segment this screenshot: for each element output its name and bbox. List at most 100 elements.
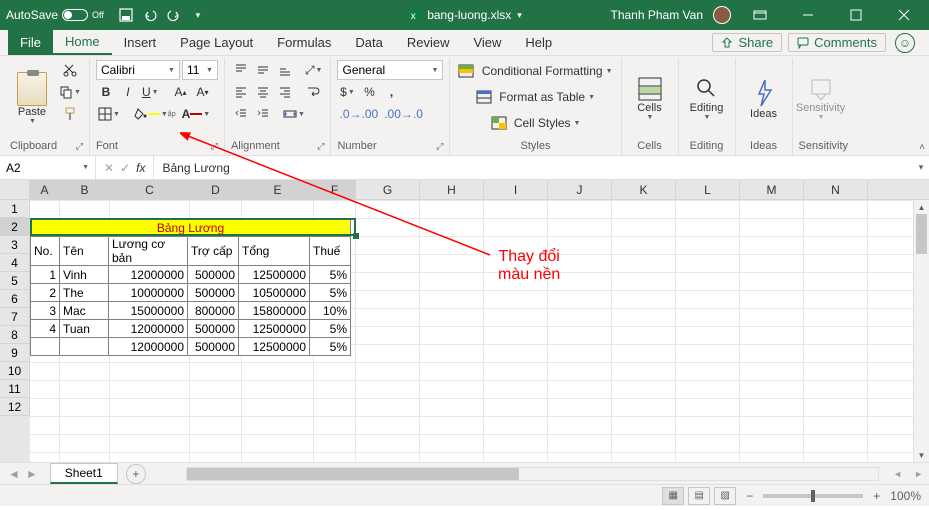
zoom-slider[interactable] [763,494,863,498]
shrink-font-button[interactable]: A▾ [193,82,213,102]
row-header[interactable]: 2 [0,218,30,236]
table-cell[interactable]: Mac [60,302,109,320]
new-sheet-button[interactable]: + [126,464,146,484]
table-cell[interactable] [31,338,60,356]
comments-button[interactable]: Comments [788,33,886,52]
table-cell[interactable]: 12000000 [109,320,188,338]
column-header[interactable]: E [242,180,314,199]
zoom-level[interactable]: 100% [890,489,921,503]
hscroll-right[interactable]: ► [908,469,929,479]
tab-data[interactable]: Data [343,30,394,55]
tab-insert[interactable]: Insert [112,30,169,55]
expand-formula-bar[interactable]: ▾ [913,156,929,179]
row-header[interactable]: 8 [0,326,30,344]
decrease-indent-button[interactable] [231,104,251,124]
row-header[interactable]: 7 [0,308,30,326]
table-cell[interactable]: 12500000 [239,338,310,356]
normal-view-button[interactable]: ▦ [662,487,684,505]
horizontal-scrollbar[interactable] [186,467,879,481]
row-header[interactable]: 3 [0,236,30,254]
row-header[interactable]: 4 [0,254,30,272]
tab-review[interactable]: Review [395,30,462,55]
table-cell[interactable]: 500000 [188,284,239,302]
number-launcher[interactable]: ⤢ [436,141,443,152]
sheet-nav-next[interactable]: ► [26,467,38,481]
row-header[interactable]: 5 [0,272,30,290]
column-header[interactable]: J [548,180,612,199]
user-avatar[interactable] [713,6,731,24]
table-cell[interactable]: 12000000 [109,266,188,284]
align-middle-button[interactable] [253,60,273,80]
wrap-text-button[interactable] [303,82,323,102]
tab-home[interactable]: Home [53,30,112,55]
align-left-button[interactable] [231,82,251,102]
page-layout-view-button[interactable]: ▤ [688,487,710,505]
increase-indent-button[interactable] [253,104,273,124]
conditional-formatting-button[interactable]: Conditional Formatting▼ [456,60,614,82]
table-header-cell[interactable]: No. [31,237,60,266]
table-cell[interactable]: 10500000 [239,284,310,302]
table-cell[interactable]: 12500000 [239,266,310,284]
column-header[interactable]: N [804,180,868,199]
collapse-ribbon-button[interactable]: ˄ [919,142,925,153]
close-button[interactable] [885,0,923,30]
align-bottom-button[interactable] [275,60,295,80]
table-cell[interactable]: 500000 [188,320,239,338]
formula-input[interactable]: Bảng Lương [154,156,913,179]
table-cell[interactable]: 10000000 [109,284,188,302]
name-box[interactable]: A2▼ [0,156,96,179]
row-header[interactable]: 6 [0,290,30,308]
filename-dropdown-icon[interactable]: ▾ [517,10,522,21]
hscroll-left[interactable]: ◄ [887,469,908,479]
sheet-nav-prev[interactable]: ◄ [8,467,20,481]
column-header[interactable]: C [110,180,190,199]
table-header-cell[interactable]: Tổng [239,237,310,266]
autosave-toggle[interactable]: AutoSave Off [6,8,104,22]
row-header[interactable]: 12 [0,398,30,416]
table-cell[interactable]: 12000000 [109,338,188,356]
align-top-button[interactable] [231,60,251,80]
increase-decimal-button[interactable]: .0→.00 [337,104,380,124]
ideas-button[interactable]: Ideas [742,60,786,137]
bold-button[interactable]: B [96,82,116,102]
table-cell[interactable]: The [60,284,109,302]
table-cell[interactable]: 15000000 [109,302,188,320]
scroll-down-icon[interactable]: ▼ [914,448,929,462]
copy-button[interactable]: ▼ [57,82,83,102]
page-break-view-button[interactable]: ▧ [714,487,736,505]
table-cell[interactable]: 500000 [188,266,239,284]
table-cell[interactable] [60,338,109,356]
tab-view[interactable]: View [461,30,513,55]
fill-color-button[interactable]: ▼ập [132,104,178,124]
table-cell[interactable]: 12500000 [239,320,310,338]
cell-styles-button[interactable]: Cell Styles▼ [456,112,614,134]
column-header[interactable]: L [676,180,740,199]
column-header[interactable]: F [314,180,356,199]
italic-button[interactable]: I [118,82,138,102]
font-name-combo[interactable]: Calibri▼ [96,60,180,80]
orientation-button[interactable]: ⤢▼ [303,60,325,80]
table-cell[interactable]: 5% [310,320,351,338]
username[interactable]: Thanh Pham Van [610,8,703,22]
cut-button[interactable] [57,60,83,80]
row-header[interactable]: 1 [0,200,30,218]
enter-formula-icon[interactable]: ✓ [120,161,130,175]
column-header[interactable]: I [484,180,548,199]
column-header[interactable]: K [612,180,676,199]
editing-button[interactable]: Editing▼ [685,60,729,137]
zoom-in-button[interactable]: + [873,489,880,503]
cancel-formula-icon[interactable]: ✕ [104,161,114,175]
fill-handle[interactable] [353,233,359,239]
select-all-corner[interactable] [0,180,30,199]
align-center-button[interactable] [253,82,273,102]
table-header-cell[interactable]: Thuế [310,237,351,266]
merge-center-button[interactable]: ▼ [281,104,307,124]
cells-button[interactable]: Cells▼ [628,60,672,137]
clipboard-launcher[interactable]: ⤢ [76,141,83,152]
zoom-out-button[interactable]: − [746,489,753,503]
column-header[interactable]: B [60,180,110,199]
table-cell[interactable]: 10% [310,302,351,320]
font-color-button[interactable]: A▼ [180,104,213,124]
alignment-launcher[interactable]: ⤢ [317,141,324,152]
table-cell[interactable]: 5% [310,266,351,284]
